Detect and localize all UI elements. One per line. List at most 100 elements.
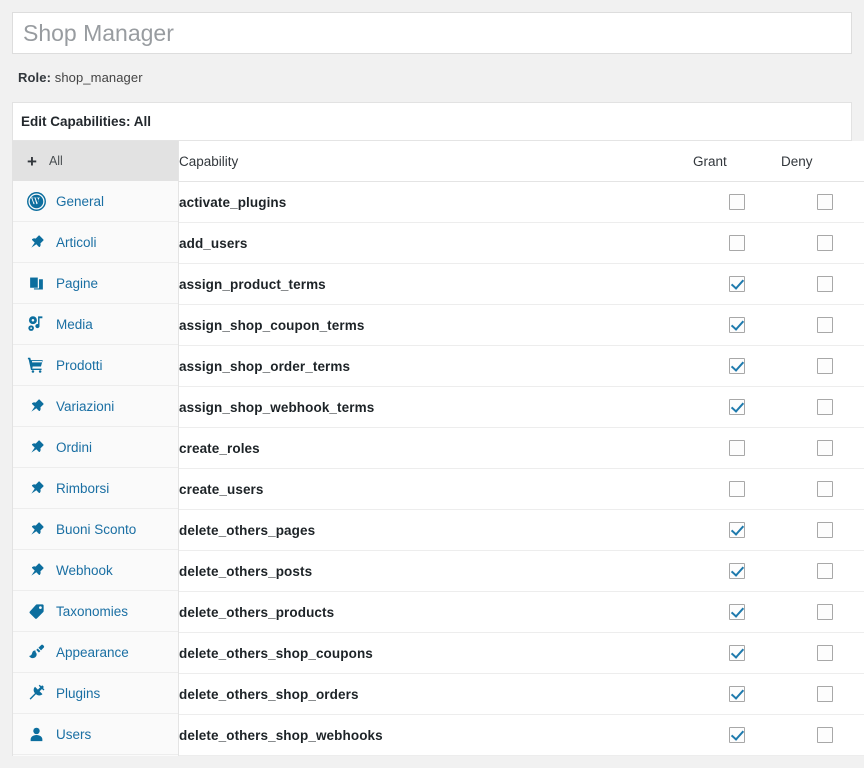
deny-checkbox[interactable]	[817, 686, 833, 703]
grant-checkbox[interactable]	[729, 358, 745, 375]
pages-icon	[25, 273, 47, 293]
sidebar-item-variazioni[interactable]: Variazioni	[13, 386, 178, 427]
sidebar-item-label: Prodotti	[56, 357, 103, 373]
sidebar-item-buoni-sconto[interactable]: Buoni Sconto	[13, 509, 178, 550]
grant-checkbox[interactable]	[729, 276, 745, 293]
grant-cell	[693, 468, 781, 510]
table-header-row: Capability Grant Deny	[179, 141, 864, 182]
table-row: add_users	[179, 222, 864, 264]
sidebar-item-prodotti[interactable]: Prodotti	[13, 345, 178, 386]
sidebar-item-label: Appearance	[56, 644, 129, 660]
sidebar-item-articoli[interactable]: Articoli	[13, 222, 178, 263]
grant-checkbox[interactable]	[729, 604, 745, 621]
capabilities-panel: Edit Capabilities: All + All General Arti…	[12, 102, 864, 756]
capability-group-sidebar: + All General Articoli Pagine Media Prodotti…	[13, 141, 179, 756]
sidebar-item-rimborsi[interactable]: Rimborsi	[13, 468, 178, 509]
deny-checkbox[interactable]	[817, 276, 833, 293]
pin-icon	[25, 519, 47, 539]
deny-cell	[781, 386, 864, 428]
sidebar-item-plugins[interactable]: Plugins	[13, 673, 178, 714]
grant-checkbox[interactable]	[729, 563, 745, 580]
sidebar-item-users[interactable]: Users	[13, 714, 178, 755]
plug-icon	[25, 683, 47, 703]
table-row: delete_others_shop_orders	[179, 673, 864, 715]
sidebar-item-label: Rimborsi	[56, 480, 110, 496]
table-row: assign_shop_order_terms	[179, 345, 864, 387]
deny-checkbox[interactable]	[817, 358, 833, 375]
deny-checkbox[interactable]	[817, 440, 833, 457]
deny-checkbox[interactable]	[817, 645, 833, 662]
table-row: assign_product_terms	[179, 263, 864, 305]
grant-checkbox[interactable]	[729, 686, 745, 703]
deny-cell	[781, 714, 864, 756]
capability-table-container: Capability Grant Deny activate_plugins ad…	[179, 141, 864, 756]
role-title-input[interactable]	[12, 12, 852, 54]
sidebar-item-label: General	[56, 193, 105, 209]
sidebar-list: General Articoli Pagine Media Prodotti Variaz…	[13, 181, 178, 755]
sidebar-item-appearance[interactable]: Appearance	[13, 632, 178, 673]
sidebar-item-label: Taxonomies	[56, 603, 129, 619]
capability-name: assign_product_terms	[179, 263, 693, 305]
deny-checkbox[interactable]	[817, 481, 833, 498]
column-header-grant: Grant	[693, 141, 781, 182]
deny-checkbox[interactable]	[817, 727, 833, 744]
deny-checkbox[interactable]	[817, 235, 833, 252]
capability-name: assign_shop_coupon_terms	[179, 304, 693, 346]
deny-checkbox[interactable]	[817, 604, 833, 621]
table-row: delete_others_products	[179, 591, 864, 633]
deny-cell	[781, 591, 864, 633]
sidebar-item-label: Articoli	[56, 234, 97, 250]
deny-cell	[781, 222, 864, 264]
deny-cell	[781, 550, 864, 592]
capability-table: Capability Grant Deny activate_plugins ad…	[179, 141, 864, 756]
grant-checkbox[interactable]	[729, 399, 745, 416]
table-row: assign_shop_coupon_terms	[179, 304, 864, 346]
sidebar-item-webhook[interactable]: Webhook	[13, 550, 178, 591]
deny-cell	[781, 304, 864, 346]
grant-checkbox[interactable]	[729, 727, 745, 744]
sidebar-item-media[interactable]: Media	[13, 304, 178, 345]
deny-checkbox[interactable]	[817, 522, 833, 539]
capability-name: delete_others_shop_coupons	[179, 632, 693, 674]
plus-icon: +	[27, 151, 37, 171]
grant-cell	[693, 550, 781, 592]
media-icon	[25, 314, 47, 334]
pin-icon	[25, 396, 47, 416]
column-header-deny: Deny	[781, 141, 864, 182]
capability-name: assign_shop_order_terms	[179, 345, 693, 387]
grant-cell	[693, 714, 781, 756]
deny-checkbox[interactable]	[817, 399, 833, 416]
table-row: delete_others_shop_webhooks	[179, 714, 864, 756]
grant-checkbox[interactable]	[729, 481, 745, 498]
sidebar-item-pagine[interactable]: Pagine	[13, 263, 178, 304]
sidebar-item-label: Webhook	[56, 562, 113, 578]
grant-checkbox[interactable]	[729, 194, 745, 211]
grant-cell	[693, 509, 781, 551]
role-value: shop_manager	[54, 70, 143, 85]
deny-cell	[781, 263, 864, 305]
sidebar-item-ordini[interactable]: Ordini	[13, 427, 178, 468]
sidebar-item-label: Media	[56, 316, 93, 332]
sidebar-header-all[interactable]: + All	[13, 141, 178, 181]
role-label: Role:	[18, 70, 51, 85]
deny-checkbox[interactable]	[817, 194, 833, 211]
capabilities-body: + All General Articoli Pagine Media Prodotti…	[13, 141, 864, 756]
sidebar-item-label: Variazioni	[56, 398, 115, 414]
sidebar-item-taxonomies[interactable]: Taxonomies	[13, 591, 178, 632]
grant-checkbox[interactable]	[729, 235, 745, 252]
capability-name: delete_others_pages	[179, 509, 693, 551]
capability-name: delete_others_shop_orders	[179, 673, 693, 715]
grant-checkbox[interactable]	[729, 522, 745, 539]
deny-cell	[781, 632, 864, 674]
brush-icon	[25, 642, 47, 662]
grant-checkbox[interactable]	[729, 440, 745, 457]
sidebar-item-general[interactable]: General	[13, 181, 178, 222]
sidebar-header-label: All	[48, 154, 63, 168]
deny-checkbox[interactable]	[817, 563, 833, 580]
grant-checkbox[interactable]	[729, 645, 745, 662]
grant-checkbox[interactable]	[729, 317, 745, 334]
deny-checkbox[interactable]	[817, 317, 833, 334]
table-row: delete_others_posts	[179, 550, 864, 592]
deny-cell	[781, 509, 864, 551]
user-icon	[25, 724, 47, 744]
